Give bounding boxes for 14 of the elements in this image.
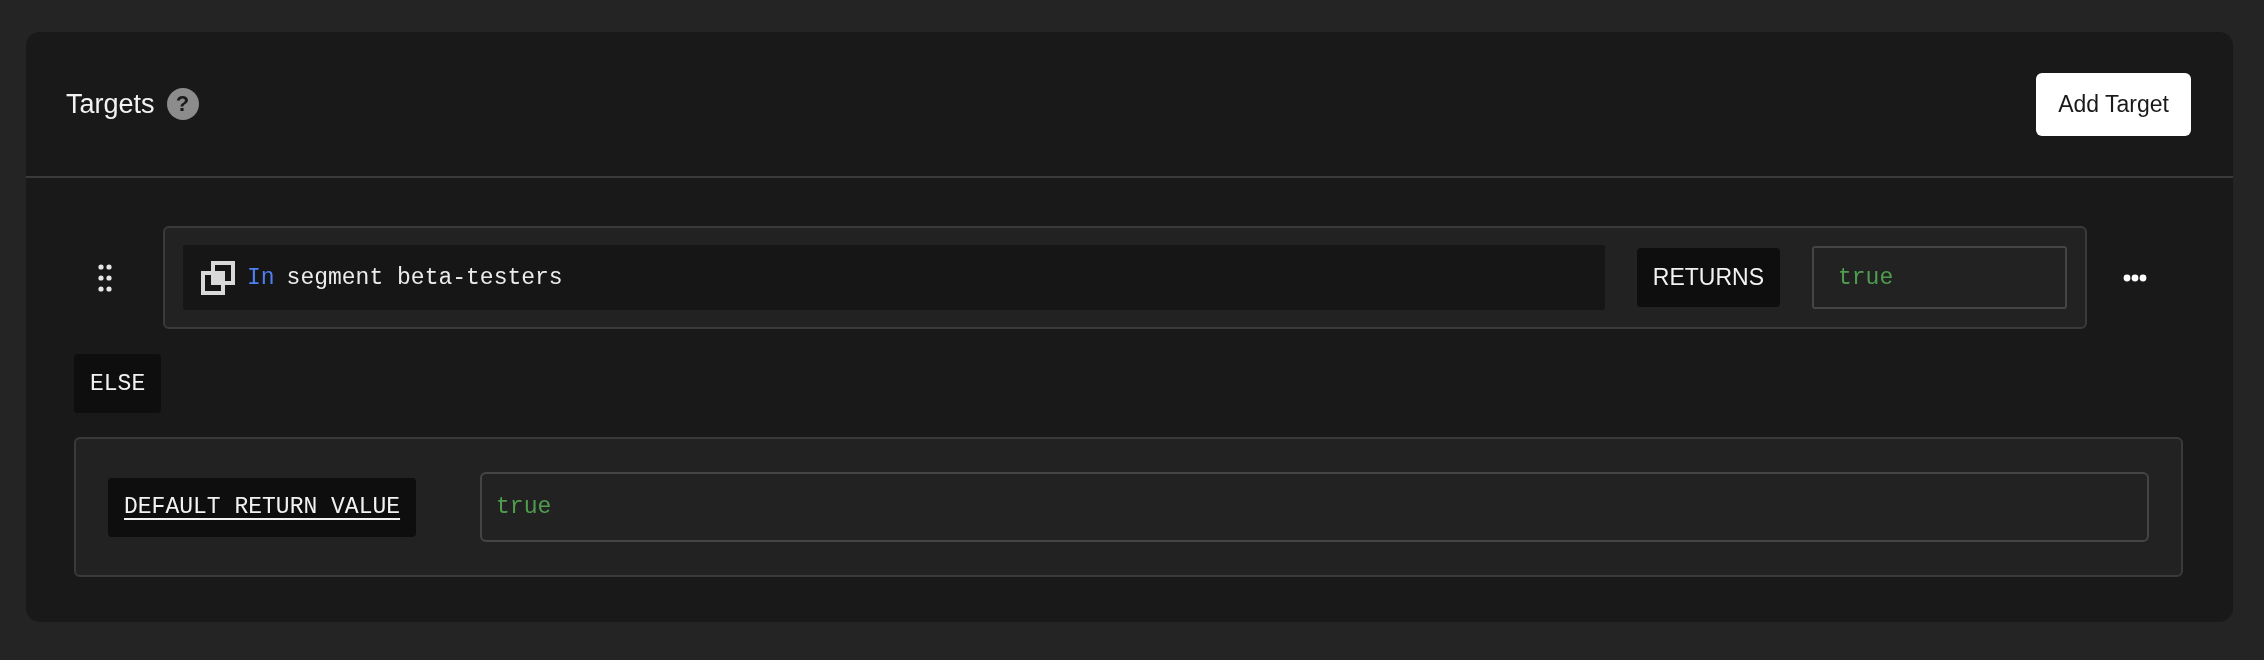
operator-keyword: In (247, 264, 275, 291)
default-value-field[interactable]: true (480, 472, 2149, 542)
return-value-field[interactable]: true (1812, 246, 2067, 309)
condition-text: segment beta-testers (286, 264, 563, 291)
condition-field[interactable]: In segment beta-testers (183, 245, 1605, 310)
drag-handle-icon[interactable] (98, 263, 112, 292)
segment-icon (201, 260, 235, 295)
else-label: ELSE (74, 354, 162, 413)
default-return-label[interactable]: DEFAULT RETURN VALUE (108, 477, 417, 537)
returns-label: RETURNS (1636, 248, 1780, 307)
add-target-button[interactable]: Add Target (2036, 72, 2191, 136)
help-icon[interactable]: ? (166, 88, 199, 120)
more-icon[interactable] (2123, 273, 2147, 282)
section-title: Targets (66, 88, 155, 120)
